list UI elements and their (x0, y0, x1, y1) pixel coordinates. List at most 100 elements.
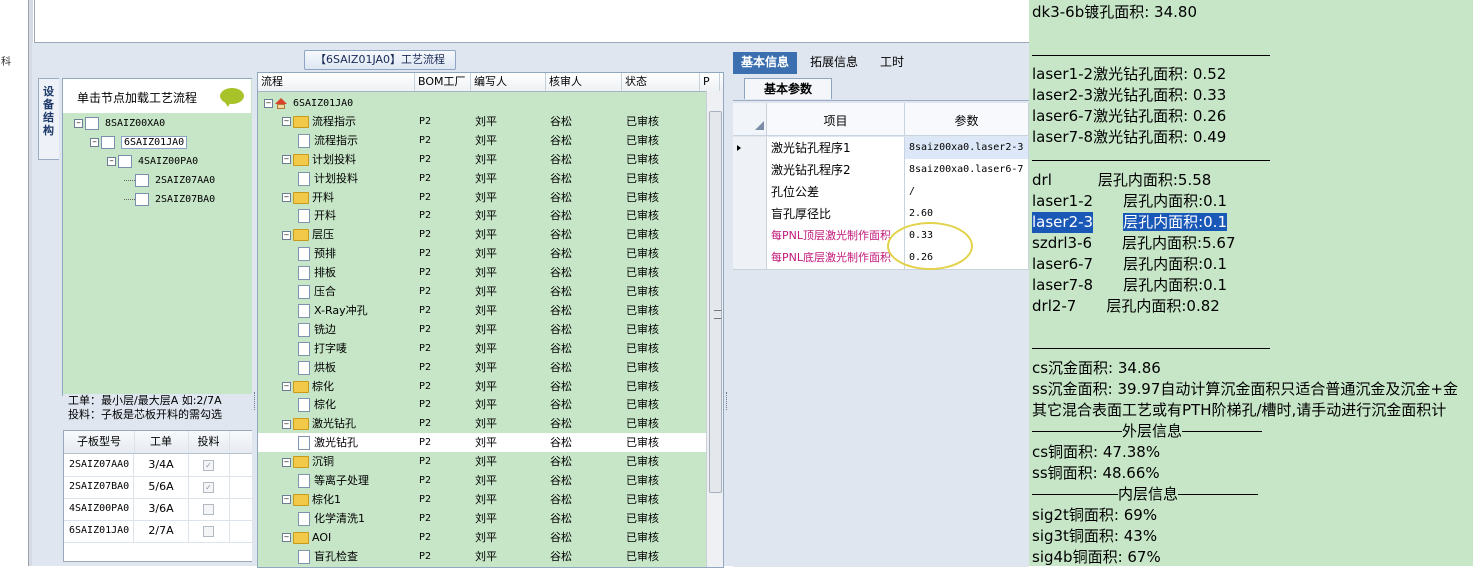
reviewer: 谷松 (550, 322, 572, 336)
process-row[interactable]: − 层压 P2 刘平 谷松 已审核 (258, 225, 706, 244)
process-row[interactable]: 棕化 P2 刘平 谷松 已审核 (258, 395, 706, 414)
column-header[interactable]: 工单 (134, 431, 189, 453)
tree-toggle-icon[interactable]: − (282, 155, 291, 165)
status: 已审核 (626, 549, 659, 563)
process-row[interactable]: 烘板 P2 刘平 谷松 已审核 (258, 358, 706, 377)
column-header[interactable]: 核审人 (546, 73, 622, 91)
process-row[interactable]: − 棕化1 P2 刘平 谷松 已审核 (258, 490, 706, 509)
process-name: 流程指示 (314, 133, 358, 147)
process-row[interactable]: − 计划投料 P2 刘平 谷松 已审核 (258, 150, 706, 169)
tree-node[interactable]: 2SAIZ07BA0 (124, 192, 215, 208)
process-row[interactable]: 排板 P2 刘平 谷松 已审核 (258, 263, 706, 282)
feed-checkbox[interactable]: ✓ (203, 481, 214, 493)
feed-checkbox[interactable]: ✓ (203, 459, 214, 471)
table-row[interactable]: 4SAIZ00PA0 3/6A (64, 498, 254, 521)
param-value[interactable]: 8saiz00xa0.laser6-7 (905, 159, 1029, 181)
process-row[interactable]: 激光钻孔 P2 刘平 谷松 已审核 (258, 433, 706, 453)
tree-node[interactable]: 2SAIZ07AA0 (124, 173, 215, 189)
tree-toggle-icon[interactable]: − (107, 156, 116, 166)
scrollbar-thumb[interactable] (709, 111, 722, 493)
process-row[interactable]: 打字唛 P2 刘平 谷松 已审核 (258, 339, 706, 358)
process-row[interactable]: 开料 P2 刘平 谷松 已审核 (258, 206, 706, 225)
process-row[interactable]: 预排 P2 刘平 谷松 已审核 (258, 244, 706, 263)
process-row[interactable]: 压合 P2 刘平 谷松 已审核 (258, 282, 706, 301)
corner-triangle-icon (755, 121, 764, 130)
process-row[interactable]: − 激光钻孔 P2 刘平 谷松 已审核 (258, 414, 706, 433)
tab-basic-info[interactable]: 基本信息 (733, 52, 797, 74)
tree-toggle-icon[interactable]: − (282, 419, 291, 429)
process-row[interactable]: − 流程指示 P2 刘平 谷松 已审核 (258, 112, 706, 131)
inner-hole-area[interactable]: laser2-3 层孔内面积:0.1 (1032, 212, 1227, 233)
params-row[interactable]: 每PNL顶层激光制作面积 0.33 (733, 225, 1029, 248)
process-row[interactable]: 计划投料 P2 刘平 谷松 已审核 (258, 169, 706, 188)
feed-checkbox[interactable] (203, 525, 214, 537)
inner-hole-value: 层孔内面积:5.67 (1122, 234, 1236, 252)
column-header[interactable]: 投料 (188, 431, 230, 453)
table-row[interactable]: 6SAIZ01JA0 2/7A (64, 520, 254, 543)
bom-factory: P2 (419, 191, 432, 203)
tree-toggle-icon[interactable]: − (282, 533, 291, 543)
tree-toggle-icon[interactable]: − (282, 230, 291, 240)
inner-hole-value: 层孔内面积:0.1 (1123, 276, 1227, 294)
process-row[interactable]: − 沉铜 P2 刘平 谷松 已审核 (258, 452, 706, 471)
column-header[interactable]: 参数 (905, 103, 1029, 135)
process-row[interactable]: 铣边 P2 刘平 谷松 已审核 (258, 320, 706, 339)
tree-toggle-icon[interactable]: − (282, 495, 291, 505)
column-header[interactable]: 编写人 (471, 73, 546, 91)
row-selector[interactable] (733, 203, 767, 225)
feed-checkbox[interactable] (203, 503, 214, 515)
params-row[interactable]: 每PNL底层激光制作面积 0.26 (733, 247, 1029, 270)
process-row[interactable]: X-Ray冲孔 P2 刘平 谷松 已审核 (258, 301, 706, 320)
row-selector[interactable] (733, 137, 767, 159)
row-selector[interactable] (733, 225, 767, 247)
process-name: 盲孔检查 (314, 549, 358, 563)
column-header[interactable]: 项目 (767, 103, 905, 135)
tree-toggle-icon[interactable]: − (90, 137, 99, 147)
tree-node[interactable]: − 6SAIZ01JA0 (90, 135, 188, 151)
process-root[interactable]: − 6SAIZ01JA0 (258, 93, 706, 112)
process-table: 流程 BOM工厂 编写人 核审人 状态 P −6SAIZ01JA0− 流程指示 P2 刘平 谷松已… (257, 72, 724, 568)
row-selector[interactable] (733, 247, 767, 269)
tree-toggle-icon[interactable]: − (282, 382, 291, 391)
process-row[interactable]: − 开料 P2 刘平 谷松 已审核 (258, 188, 706, 207)
tree-toggle-icon[interactable]: − (74, 118, 83, 128)
column-header[interactable]: 状态 (622, 73, 700, 91)
process-row[interactable]: 化学清洗1 P2 刘平 谷松 已审核 (258, 509, 706, 528)
table-row[interactable]: 2SAIZ07AA0 3/4A ✓ (64, 454, 254, 477)
tab-work-hours[interactable]: 工时 (870, 52, 914, 74)
tab-equipment-structure[interactable]: 设备结构 (38, 78, 59, 160)
tab-basic-params[interactable]: 基本参数 (744, 78, 832, 99)
tree-node[interactable]: − 8SAIZ00XA0 (74, 116, 165, 132)
column-header[interactable]: 子板型号 (64, 431, 135, 453)
params-row[interactable]: 孔位公差 / (733, 181, 1029, 204)
tab-extended-info[interactable]: 拓展信息 (802, 52, 866, 74)
column-header[interactable]: P (700, 73, 720, 91)
highlight-ellipse (887, 222, 973, 270)
params-row[interactable]: 盲孔厚径比 2.60 (733, 203, 1029, 226)
tree-toggle-icon[interactable]: − (282, 193, 291, 202)
bom-factory: P2 (419, 267, 432, 279)
params-row[interactable]: 激光钻孔程序2 8saiz00xa0.laser6-7 (733, 159, 1029, 182)
row-selector[interactable] (733, 159, 767, 181)
column-header[interactable]: BOM工厂 (415, 73, 471, 91)
tree-node[interactable]: − 4SAIZ00PA0 (107, 154, 198, 170)
row-selector[interactable] (733, 181, 767, 203)
thumb-grip (714, 310, 721, 319)
param-value[interactable]: / (905, 181, 1029, 203)
process-row[interactable]: − 棕化 P2 刘平 谷松 已审核 (258, 377, 706, 396)
tree-toggle-icon[interactable]: − (282, 457, 291, 467)
column-header[interactable]: 流程 (258, 73, 415, 91)
process-row[interactable]: 等离子处理 P2 刘平 谷松 已审核 (258, 471, 706, 490)
process-scrollbar[interactable] (706, 91, 723, 567)
param-value[interactable]: 8saiz00xa0.laser2-3 (905, 137, 1029, 159)
process-row[interactable]: − AOI P2 刘平 谷松 已审核 (258, 528, 706, 547)
process-row[interactable]: 流程指示 P2 刘平 谷松 已审核 (258, 131, 706, 150)
table-row[interactable]: 2SAIZ07BA0 5/6A ✓ (64, 476, 254, 499)
process-row[interactable]: 盲孔检查 P2 刘平 谷松 已审核 (258, 547, 706, 566)
bom-factory: P2 (419, 550, 432, 562)
chat-bubble-icon[interactable] (220, 88, 244, 107)
process-name-cell: 铣边 (298, 320, 336, 339)
params-row[interactable]: 激光钻孔程序1 8saiz00xa0.laser2-3 (733, 137, 1029, 160)
tree-toggle-icon[interactable]: − (282, 117, 291, 127)
tree-toggle-icon[interactable]: − (264, 98, 273, 108)
